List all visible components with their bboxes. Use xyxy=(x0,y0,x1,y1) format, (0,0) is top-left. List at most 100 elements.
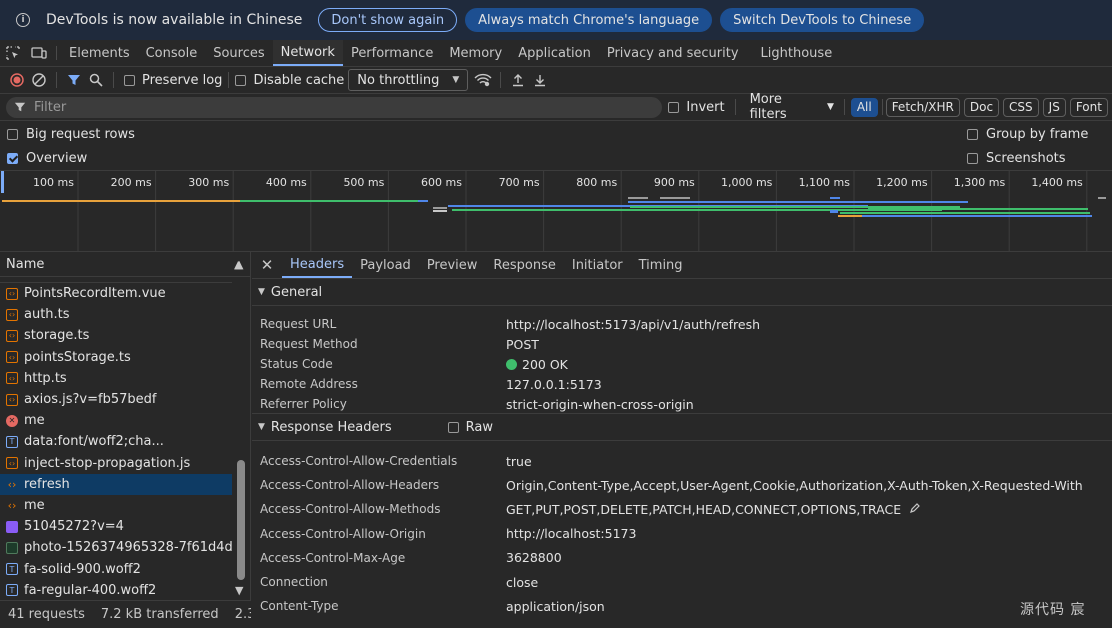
filter-all[interactable]: All xyxy=(850,97,878,117)
tab-preview[interactable]: Preview xyxy=(419,252,486,278)
scroll-up-icon[interactable]: ▲ xyxy=(235,258,243,271)
filter-doc[interactable]: Doc xyxy=(963,97,1000,117)
request-row[interactable]: ‹› inject-stop-propagation.js xyxy=(0,453,232,474)
requests-scrollbar[interactable]: ▲ ▼ xyxy=(235,252,247,600)
tab-response[interactable]: Response xyxy=(485,252,563,278)
request-row[interactable]: ‹› pointsStorage.ts xyxy=(0,347,232,368)
group-by-frame-checkbox[interactable] xyxy=(967,128,978,140)
filter-funnel-icon[interactable] xyxy=(63,69,85,91)
preserve-log-toggle[interactable]: Preserve log xyxy=(124,73,222,88)
tab-performance[interactable]: Performance xyxy=(343,40,441,66)
general-section-header[interactable]: ▼ General xyxy=(252,279,1112,306)
response-headers-section-header[interactable]: ▼ Response Headers Raw xyxy=(252,414,1112,441)
request-row[interactable]: 51045272?v=4 xyxy=(0,516,232,537)
switch-to-chinese-button[interactable]: Switch DevTools to Chinese xyxy=(720,8,925,32)
tab-lighthouse[interactable]: Lighthouse xyxy=(753,40,841,66)
tab-timing[interactable]: Timing xyxy=(631,252,691,278)
request-row[interactable]: Tfa-solid-900.woff2 xyxy=(0,558,232,579)
info-icon: i xyxy=(16,13,30,27)
response-headers-title: Response Headers xyxy=(270,419,392,435)
inspect-element-icon[interactable] xyxy=(0,40,26,66)
scroll-thumb[interactable] xyxy=(237,460,245,580)
disable-cache-label: Disable cache xyxy=(253,72,345,88)
header-key: Access-Control-Allow-Methods xyxy=(260,502,441,517)
divider xyxy=(113,72,114,88)
request-row[interactable]: photo-1526374965328-7f61d4dc1... xyxy=(0,537,232,558)
status-code-text: 200 OK xyxy=(522,356,568,372)
search-icon[interactable] xyxy=(85,69,107,91)
raw-toggle[interactable]: Raw xyxy=(447,419,493,435)
tab-privacy-security[interactable]: Privacy and security xyxy=(599,40,747,66)
big-request-rows-checkbox[interactable] xyxy=(7,128,18,140)
scroll-down-icon[interactable]: ▼ xyxy=(235,584,243,597)
request-row[interactable]: Tfa-regular-400.woff2 xyxy=(0,580,232,601)
tab-console[interactable]: Console xyxy=(138,40,206,66)
request-row[interactable]: ✕ me xyxy=(0,410,232,431)
timeline-tick-label: 500 ms xyxy=(343,176,384,189)
divider xyxy=(56,46,57,60)
close-icon[interactable]: ✕ xyxy=(252,252,282,278)
tab-sources[interactable]: Sources xyxy=(205,40,272,66)
request-row[interactable]: ‹› http.ts xyxy=(0,368,232,389)
filter-fetch-xhr[interactable]: Fetch/XHR xyxy=(885,97,960,117)
header-key: Content-Type xyxy=(260,599,339,614)
timeline-tick-label: 1,300 ms xyxy=(954,176,1006,189)
filter-font[interactable]: Font xyxy=(1069,97,1108,117)
preserve-log-label: Preserve log xyxy=(142,72,223,88)
header-row: Remote Address 127.0.0.1:5173 xyxy=(252,374,1112,394)
disable-cache-toggle[interactable]: Disable cache xyxy=(235,73,344,88)
waterfall-bar xyxy=(2,200,240,202)
screenshots-checkbox[interactable] xyxy=(967,152,978,164)
dont-show-again-button[interactable]: Don't show again xyxy=(318,8,458,32)
network-overview-timeline[interactable]: 100 ms 200 ms 300 ms 400 ms 500 ms 600 ms 700 … xyxy=(0,170,1112,252)
requests-list: Name ▲ ‹› PointsRecordItem.vue ‹› auth.ts ‹›… xyxy=(0,252,251,600)
export-har-icon[interactable] xyxy=(529,69,551,91)
filter-css[interactable]: CSS xyxy=(1003,97,1039,117)
network-conditions-icon[interactable] xyxy=(472,69,494,91)
tab-initiator[interactable]: Initiator xyxy=(564,252,631,278)
preserve-log-checkbox[interactable] xyxy=(124,74,135,86)
request-row[interactable]: ‹› PointsRecordItem.vue xyxy=(0,283,232,304)
image-file-icon xyxy=(6,541,18,554)
tab-network[interactable]: Network xyxy=(272,40,343,66)
request-row[interactable]: Tdata:font/woff2;cha... xyxy=(0,431,232,452)
tab-headers[interactable]: Headers xyxy=(282,252,353,278)
transferred-size: 7.2 kB transferred xyxy=(100,607,219,622)
tab-payload[interactable]: Payload xyxy=(352,252,419,278)
raw-checkbox[interactable] xyxy=(447,421,459,433)
throttling-select[interactable]: No throttling ▼ xyxy=(348,69,469,91)
invert-toggle[interactable]: Invert xyxy=(668,100,725,115)
edit-pencil-icon[interactable] xyxy=(909,502,921,517)
stop-recording-icon[interactable] xyxy=(6,69,28,91)
throttling-value: No throttling xyxy=(357,72,440,88)
timeline-tick-label: 1,100 ms xyxy=(799,176,851,189)
always-match-language-button[interactable]: Always match Chrome's language xyxy=(465,8,713,32)
clear-icon[interactable] xyxy=(28,69,50,91)
tab-application[interactable]: Application xyxy=(510,40,599,66)
fetch-request-icon: ‹› xyxy=(7,477,17,491)
screenshots-toggle[interactable]: Screenshots xyxy=(967,151,1066,166)
overview-checkbox[interactable] xyxy=(7,152,18,164)
big-request-rows-toggle[interactable]: Big request rows xyxy=(7,127,135,142)
request-row[interactable]: ‹› refresh xyxy=(0,473,232,495)
filter-js[interactable]: JS xyxy=(1042,97,1066,117)
request-row[interactable]: ‹› me xyxy=(0,495,232,516)
filter-input[interactable]: Filter xyxy=(6,96,663,118)
raw-label: Raw xyxy=(465,419,493,435)
more-filters-dropdown[interactable]: More filters ▼ xyxy=(750,92,834,122)
tab-memory[interactable]: Memory xyxy=(441,40,510,66)
request-row[interactable]: ‹› axios.js?v=fb57bedf xyxy=(0,389,232,410)
disable-cache-checkbox[interactable] xyxy=(235,74,247,86)
header-row: Content-Type application/json xyxy=(252,594,1112,618)
request-row[interactable]: ‹› auth.ts xyxy=(0,304,232,325)
device-toolbar-icon[interactable] xyxy=(26,40,52,66)
name-column-header[interactable]: Name ▲ xyxy=(0,252,250,277)
tab-elements[interactable]: Elements xyxy=(61,40,138,66)
group-by-frame-toggle[interactable]: Group by frame xyxy=(967,127,1088,142)
import-har-icon[interactable] xyxy=(507,69,529,91)
request-row[interactable]: ‹› storage.ts xyxy=(0,325,232,346)
header-key: Access-Control-Max-Age xyxy=(260,550,406,565)
overview-toggle[interactable]: Overview xyxy=(7,151,87,166)
request-name: 51045272?v=4 xyxy=(24,519,124,535)
invert-checkbox[interactable] xyxy=(668,101,680,113)
